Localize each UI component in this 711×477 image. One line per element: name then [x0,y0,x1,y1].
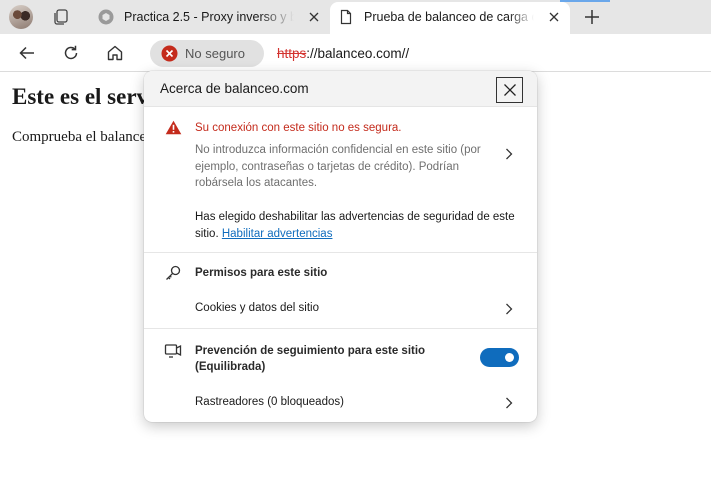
tab-title: Prueba de balanceo de carga con Nginx [364,10,534,24]
home-icon[interactable] [106,44,124,62]
not-secure-icon [161,45,178,62]
back-arrow-icon[interactable] [18,44,36,62]
tab-prueba-balanceo[interactable]: Prueba de balanceo de carga con Nginx [330,2,570,34]
chevron-right-icon [503,396,515,410]
page-icon [338,9,354,25]
tab-strip: Practica 2.5 - Proxy inverso y balanceo … [0,0,711,34]
warning-title: Su conexión con este sitio no es segura. [195,122,402,134]
tracking-label: Prevención de seguimiento para este siti… [195,345,426,357]
tab-accent-line [560,0,610,2]
cookies-row[interactable]: Cookies y datos del sitio [144,293,537,325]
security-label: No seguro [185,46,245,61]
flyout-close-button[interactable] [496,77,523,103]
chevron-right-icon [503,302,515,316]
address-toolbar: No seguro https://balanceo.com// [0,34,711,72]
warning-icon [165,120,182,135]
divider [144,328,537,329]
reload-icon[interactable] [62,44,80,62]
warnings-disabled-text: Has elegido deshabilitar las advertencia… [195,209,515,242]
divider [144,252,537,253]
warning-body[interactable]: No introduzca información confidencial e… [195,142,505,192]
page-paragraph: Comprueba el balanceo [12,129,154,145]
tracking-prevention-icon [164,342,182,360]
plus-icon[interactable] [583,8,601,26]
close-icon[interactable] [306,9,322,25]
tab-favicon [98,9,114,25]
close-icon [504,84,516,96]
tracking-prevention-toggle[interactable] [480,348,519,367]
flyout-title: Acerca de balanceo.com [160,81,309,96]
tab-title: Practica 2.5 - Proxy inverso y balanceo [124,10,294,24]
chevron-right-icon[interactable] [503,147,515,161]
tracking-level: (Equilibrada) [195,361,266,373]
enable-warnings-link[interactable]: Habilitar advertencias [222,228,333,240]
url-field[interactable]: https://balanceo.com// [277,46,409,61]
profile-avatar[interactable] [9,5,33,29]
url-scheme: https [277,46,307,61]
site-info-flyout: Acerca de balanceo.com Su conexión con e… [144,71,537,422]
site-info-button[interactable]: No seguro [150,40,264,67]
flyout-header: Acerca de balanceo.com [144,71,537,107]
url-rest: ://balanceo.com// [306,46,410,61]
workspaces-icon[interactable] [52,8,70,26]
close-icon[interactable] [546,9,562,25]
permissions-label: Permisos para este sitio [195,267,328,279]
tab-practica[interactable]: Practica 2.5 - Proxy inverso y balanceo [90,2,330,34]
trackers-row[interactable]: Rastreadores (0 bloqueados) [144,387,537,419]
trackers-label: Rastreadores (0 bloqueados) [195,396,344,408]
toggle-knob [505,353,514,362]
key-icon [164,264,182,282]
cookies-label: Cookies y datos del sitio [195,302,320,314]
